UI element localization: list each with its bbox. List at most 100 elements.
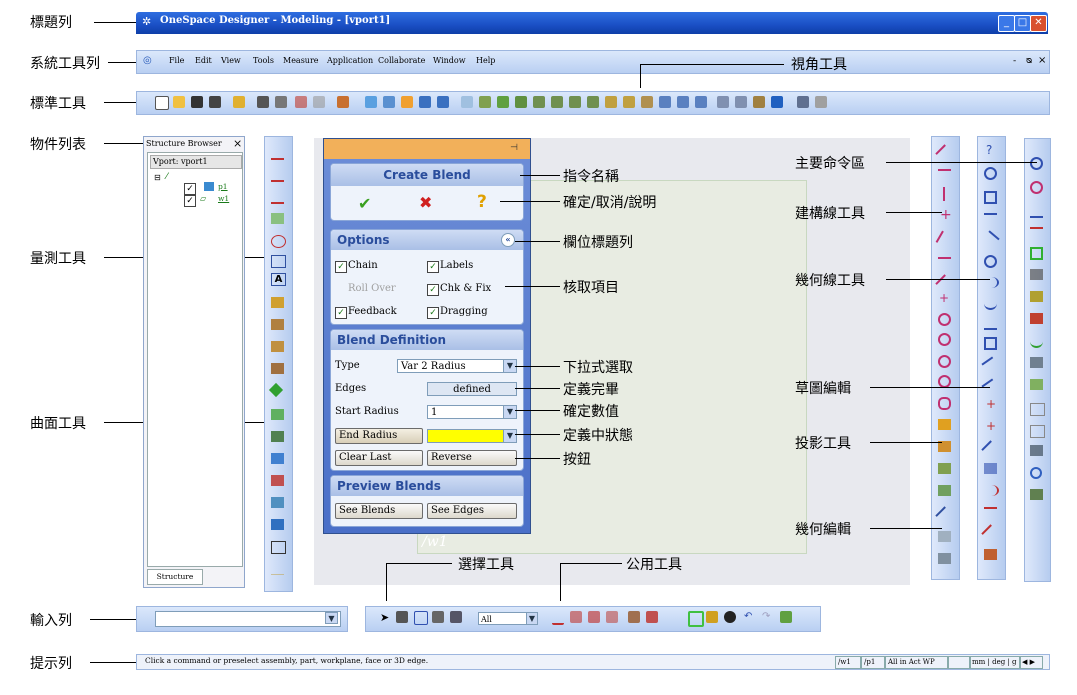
util-5-icon[interactable] [628, 611, 640, 623]
util-6-icon[interactable] [646, 611, 658, 623]
view-left-icon[interactable] [569, 96, 581, 108]
util-10-icon[interactable] [780, 611, 792, 623]
view-bottom-icon[interactable] [587, 96, 599, 108]
line-2point-icon[interactable] [935, 144, 954, 163]
load-icon[interactable] [233, 96, 245, 108]
menu-help[interactable]: Help [476, 56, 495, 65]
help-button[interactable]: ? [477, 192, 487, 212]
circle-icon[interactable] [938, 313, 951, 326]
view-recall-icon[interactable] [695, 96, 707, 108]
tree-node-p1[interactable]: p1 [218, 182, 228, 191]
main-cmd-1-icon[interactable] [1030, 157, 1043, 170]
app-menu-icon[interactable]: ◎ [143, 55, 152, 66]
sketch-delete-icon[interactable] [984, 549, 997, 560]
measure-radius-icon[interactable] [271, 235, 286, 248]
geo-circle-icon[interactable] [984, 167, 997, 180]
zoom-window-icon[interactable] [383, 96, 395, 108]
util-7-icon[interactable] [688, 611, 704, 627]
status-nav[interactable]: ◀ ▶ [1019, 656, 1043, 669]
fit-view-icon[interactable] [365, 96, 377, 108]
dragging-checkbox[interactable]: ✓ [427, 307, 439, 319]
util-4-icon[interactable] [606, 611, 618, 623]
view-wp2-icon[interactable] [623, 96, 635, 108]
menu-collaborate[interactable]: Collaborate [378, 56, 425, 65]
view-set-icon[interactable] [659, 96, 671, 108]
menu-edit[interactable]: Edit [195, 56, 212, 65]
point-icon[interactable]: + [939, 291, 949, 305]
geo-chamfer-icon[interactable] [984, 337, 997, 350]
select-face-icon[interactable] [432, 611, 444, 623]
main-cmd-9-icon[interactable] [1030, 335, 1043, 348]
menu-window[interactable]: Window [433, 56, 466, 65]
collapse-icon[interactable]: « [501, 233, 515, 247]
geo-polyline-icon[interactable] [981, 230, 1000, 249]
sketch-break-icon[interactable]: + [986, 397, 996, 411]
tree-checkbox[interactable]: ✓ [184, 183, 196, 195]
cross-line-icon[interactable]: + [940, 207, 952, 223]
see-blends-button[interactable]: See Blends [335, 503, 423, 519]
view-fly-icon[interactable] [771, 96, 783, 108]
paste-icon[interactable] [313, 96, 325, 108]
display-icon[interactable] [797, 96, 809, 108]
feedback-checkbox[interactable]: ✓ [335, 307, 347, 319]
ok-button[interactable]: ✔ [358, 194, 371, 213]
view-prev-icon[interactable] [717, 96, 729, 108]
parallel-line-icon[interactable] [935, 274, 954, 293]
structure-tree[interactable]: Vport: vport1 ⊟ ⁄ ✓ p1 ✓ ▱ w1 [147, 152, 243, 567]
chk-fix-checkbox[interactable]: ✓ [427, 284, 439, 296]
chain-checkbox[interactable]: ✓ [335, 261, 347, 273]
command-input[interactable] [155, 611, 341, 627]
measure-all-icon[interactable]: A [271, 273, 286, 286]
copy-geo-icon[interactable] [938, 553, 951, 564]
save-pkg2-icon[interactable] [275, 96, 287, 108]
save-icon[interactable] [191, 96, 203, 108]
view-spin-icon[interactable] [753, 96, 765, 108]
open-file-icon[interactable] [173, 96, 185, 108]
type-select[interactable]: Var 2 Radius [397, 359, 517, 373]
measure-angle-icon[interactable] [271, 191, 284, 204]
util-2-icon[interactable] [570, 611, 582, 623]
circle-center-icon[interactable] [938, 333, 951, 346]
save-pkg-icon[interactable] [209, 96, 221, 108]
zoom-icon[interactable] [401, 96, 413, 108]
main-cmd-7-icon[interactable] [1030, 291, 1043, 302]
geo-fillet-icon[interactable] [984, 317, 997, 330]
menu-measure[interactable]: Measure [283, 56, 319, 65]
measure-length-icon[interactable] [271, 169, 284, 182]
main-cmd-2-icon[interactable] [1030, 181, 1043, 194]
sketch-fillet-icon[interactable] [984, 485, 999, 496]
blend-definition-header[interactable]: Blend Definition [331, 330, 523, 350]
vline-icon[interactable] [943, 187, 947, 201]
pointer-icon[interactable]: ➤ [380, 611, 389, 624]
query-icon[interactable]: ? [986, 143, 992, 157]
main-cmd-8-icon[interactable] [1030, 313, 1043, 324]
clear-last-button[interactable]: Clear Last [335, 450, 423, 466]
split-icon[interactable] [938, 531, 951, 542]
menu-tools[interactable]: Tools [253, 56, 274, 65]
surface-sweep-icon[interactable] [271, 431, 284, 442]
view-back-icon[interactable] [551, 96, 563, 108]
view-top-icon[interactable] [497, 96, 509, 108]
main-cmd-6-icon[interactable] [1030, 269, 1043, 280]
surface-trim-icon[interactable] [271, 519, 284, 530]
command-input-dropdown-icon[interactable]: ▼ [325, 612, 338, 624]
structure-browser-close-button[interactable]: × [233, 137, 242, 150]
view-front-icon[interactable] [479, 96, 491, 108]
menu-file[interactable]: File [169, 56, 184, 65]
util-3-icon[interactable] [588, 611, 600, 623]
surface-loft-icon[interactable] [271, 409, 284, 420]
mill-icon[interactable] [271, 363, 284, 374]
edges-field[interactable]: defined [427, 382, 517, 396]
mdi-minimize-button[interactable]: - [1013, 56, 1016, 66]
project3-icon[interactable] [938, 463, 951, 474]
geo-ellipse-icon[interactable] [984, 255, 997, 268]
main-cmd-11-icon[interactable] [1030, 379, 1043, 390]
pin-icon[interactable]: ⊣ [510, 143, 518, 153]
pan-icon[interactable] [461, 96, 473, 108]
structure-tab[interactable]: Structure [147, 569, 203, 585]
tangent-line-icon[interactable] [938, 257, 951, 270]
reverse-button[interactable]: Reverse [427, 450, 517, 466]
circle-offset-icon[interactable] [938, 397, 951, 410]
view-wp3-icon[interactable] [641, 96, 653, 108]
see-edges-button[interactable]: See Edges [427, 503, 517, 519]
